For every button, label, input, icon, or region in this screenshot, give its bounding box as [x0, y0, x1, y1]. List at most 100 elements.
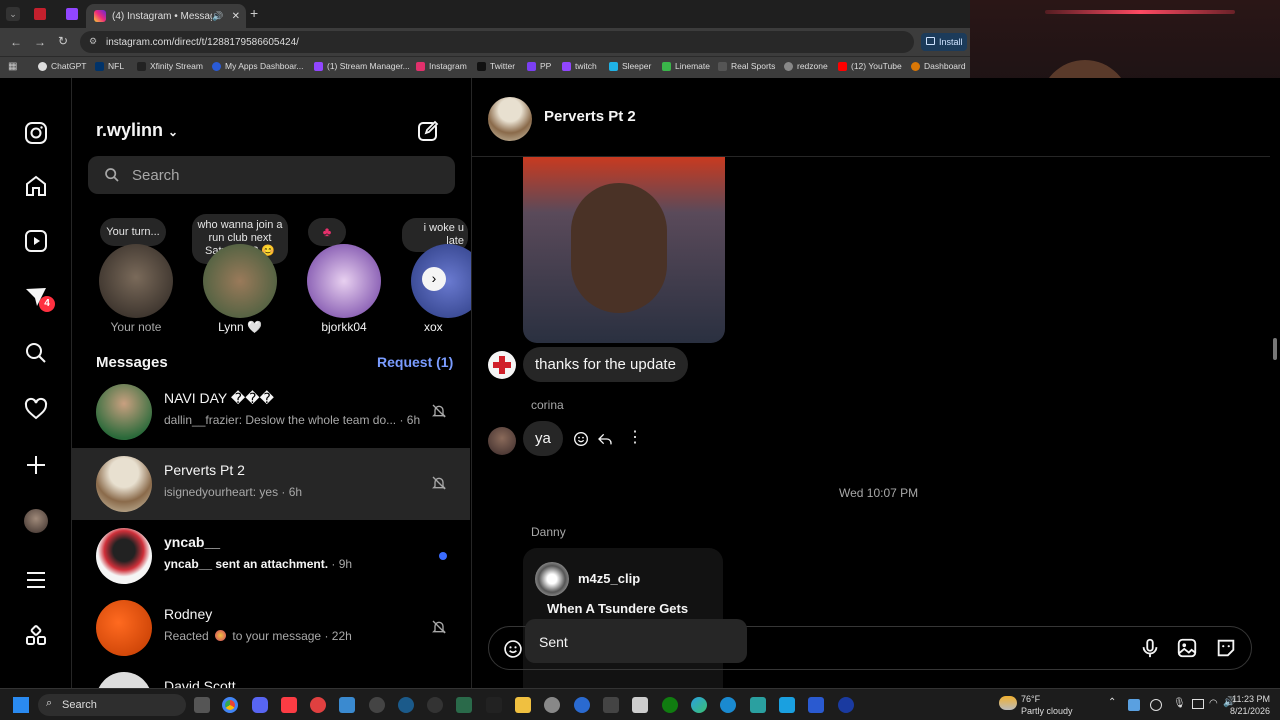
- site-info-icon[interactable]: ⚙: [89, 36, 97, 47]
- reply-icon[interactable]: [597, 431, 613, 447]
- note-avatar[interactable]: [203, 244, 277, 318]
- new-tab-button[interactable]: +: [250, 5, 258, 21]
- app-icon[interactable]: [456, 697, 472, 713]
- file-manager-icon[interactable]: [194, 697, 210, 713]
- bookmark-nfl[interactable]: NFL: [95, 61, 124, 71]
- folder-icon[interactable]: [515, 697, 531, 713]
- requests-link[interactable]: Request (1): [377, 354, 453, 370]
- network-icon[interactable]: [1192, 699, 1204, 709]
- pinned-tab-icon[interactable]: [34, 8, 46, 20]
- more-apps-icon[interactable]: [24, 624, 48, 648]
- bookmark-linemate[interactable]: Linemate: [662, 61, 710, 71]
- heart-icon[interactable]: [24, 397, 48, 421]
- discord-icon[interactable]: [252, 697, 268, 713]
- steam-icon[interactable]: [398, 697, 414, 713]
- react-emoji-icon[interactable]: [573, 431, 589, 447]
- sticker-icon[interactable]: [1215, 637, 1237, 659]
- bookmark-youtube[interactable]: (12) YouTube: [838, 61, 902, 71]
- image-icon[interactable]: [1176, 637, 1198, 659]
- scrollbar-thumb[interactable]: [1273, 338, 1277, 360]
- tab-close-icon[interactable]: ✕: [232, 11, 240, 22]
- reload-icon[interactable]: ↻: [58, 34, 68, 48]
- create-plus-icon[interactable]: [24, 453, 48, 477]
- clock-time[interactable]: 11:23 PM: [1232, 694, 1270, 704]
- tab-instagram[interactable]: (4) Instagram • Messages 🔊 ✕: [86, 4, 246, 28]
- conversation-row-selected[interactable]: Perverts Pt 2 isignedyourheart: yes · 6h: [72, 448, 470, 520]
- message-bubble[interactable]: ya: [523, 421, 563, 456]
- bookmark-redzone[interactable]: redzone: [784, 61, 828, 71]
- install-button[interactable]: Install: [921, 33, 967, 51]
- conversation-row[interactable]: David Scott: [72, 664, 471, 688]
- app-icon[interactable]: [808, 697, 824, 713]
- clock-date[interactable]: 8/21/2026: [1222, 706, 1270, 716]
- video-message[interactable]: [523, 157, 725, 343]
- search-icon[interactable]: [24, 341, 48, 365]
- microphone-tray-icon[interactable]: 🎙: [1173, 698, 1186, 709]
- bookmark-twitch[interactable]: twitch: [562, 61, 597, 71]
- conversation-row[interactable]: yncab__ yncab__ sent an attachment. · 9h: [72, 520, 471, 592]
- bookmark-twitter[interactable]: Twitter: [477, 61, 515, 71]
- apps-icon[interactable]: ▦: [8, 61, 17, 72]
- bookmark-apps-dashboard[interactable]: My Apps Dashboar...: [212, 61, 303, 71]
- profile-avatar[interactable]: [24, 509, 48, 533]
- app-icon[interactable]: [632, 697, 648, 713]
- chat-title[interactable]: Perverts Pt 2: [544, 108, 636, 125]
- more-options-icon[interactable]: ⋮: [627, 430, 643, 446]
- windows-start-icon[interactable]: [13, 697, 29, 713]
- search-input[interactable]: Search: [88, 156, 455, 194]
- instagram-logo-icon[interactable]: [24, 121, 48, 145]
- tab-list-button[interactable]: ⌄: [6, 7, 20, 21]
- app-icon[interactable]: [720, 697, 736, 713]
- bookmark-stream-manager[interactable]: (1) Stream Manager...: [314, 61, 410, 71]
- new-message-icon[interactable]: [416, 119, 440, 143]
- note-bubble[interactable]: Your turn...: [100, 218, 166, 246]
- url-field[interactable]: ⚙ instagram.com/direct/t/128817958660542…: [80, 31, 914, 53]
- page-scrollbar[interactable]: [1270, 228, 1280, 688]
- account-switcher[interactable]: r.wylinn ⌄: [96, 120, 178, 141]
- microphone-icon[interactable]: [1139, 637, 1161, 659]
- conversation-row[interactable]: NAVI DAY ��� dallin__frazier: Deslow the…: [72, 376, 471, 448]
- tray-chevron-icon[interactable]: ⌃: [1108, 697, 1116, 708]
- pinned-tab-twitch-icon[interactable]: [66, 8, 78, 20]
- menu-icon[interactable]: [24, 568, 48, 592]
- home-icon[interactable]: [24, 174, 48, 198]
- app-icon[interactable]: [369, 697, 385, 713]
- conversation-row[interactable]: Rodney Reacted to your message · 22h: [72, 592, 471, 664]
- bookmark-xfinity[interactable]: Xfinity Stream: [137, 61, 203, 71]
- app-icon[interactable]: [838, 697, 854, 713]
- tray-app-icon[interactable]: [1128, 699, 1140, 711]
- music-app-icon[interactable]: [281, 697, 297, 713]
- back-icon[interactable]: ←: [10, 35, 22, 49]
- bookmark-pp[interactable]: PP: [527, 61, 551, 71]
- bookmark-dashboard[interactable]: Dashboard: [911, 61, 966, 71]
- bookmark-sleeper[interactable]: Sleeper: [609, 61, 651, 71]
- message-bubble[interactable]: thanks for the update: [523, 347, 688, 382]
- app-icon[interactable]: [310, 697, 326, 713]
- app-icon[interactable]: [603, 697, 619, 713]
- note-avatar[interactable]: [99, 244, 173, 318]
- reels-icon[interactable]: [24, 229, 48, 253]
- chat-avatar[interactable]: [488, 97, 532, 141]
- weather-icon[interactable]: [999, 696, 1017, 710]
- app-icon[interactable]: [574, 697, 590, 713]
- wifi-icon[interactable]: ◠: [1209, 698, 1218, 709]
- settings-icon[interactable]: [544, 697, 560, 713]
- app-icon[interactable]: [779, 697, 795, 713]
- bookmark-real-sports[interactable]: Real Sports: [718, 61, 775, 71]
- app-icon[interactable]: [486, 697, 502, 713]
- speaker-icon[interactable]: 🔊: [212, 11, 223, 22]
- chrome-icon[interactable]: [222, 697, 238, 713]
- bookmark-instagram[interactable]: Instagram: [416, 61, 467, 71]
- tray-app-icon[interactable]: [1150, 699, 1162, 711]
- note-bubble[interactable]: ♣: [308, 218, 346, 246]
- app-icon[interactable]: [750, 697, 766, 713]
- forward-icon[interactable]: →: [34, 35, 46, 49]
- note-avatar[interactable]: [307, 244, 381, 318]
- bookmark-chatgpt[interactable]: ChatGPT: [38, 61, 86, 71]
- emoji-icon[interactable]: [503, 639, 523, 659]
- edge-icon[interactable]: [691, 697, 707, 713]
- xbox-icon[interactable]: [662, 697, 678, 713]
- taskbar-search[interactable]: ⌕ Search: [38, 694, 186, 716]
- sender-avatar-redcross[interactable]: [488, 351, 516, 379]
- app-icon[interactable]: [339, 697, 355, 713]
